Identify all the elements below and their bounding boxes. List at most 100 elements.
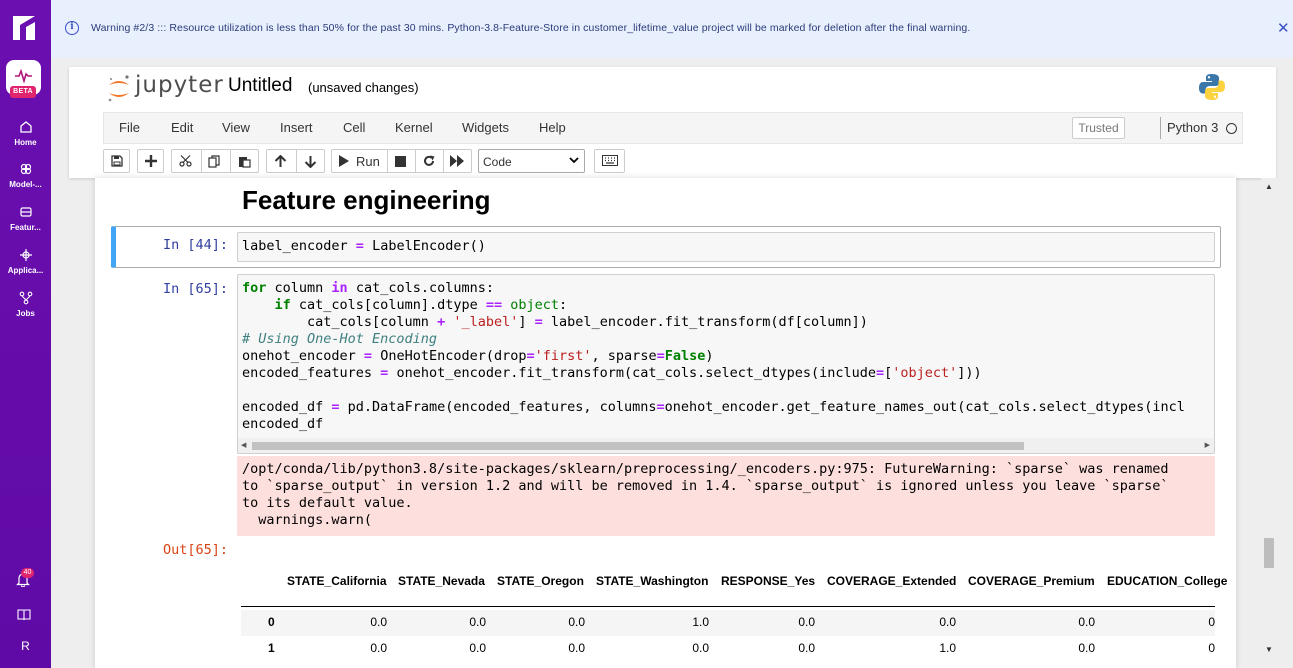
nav-model-registry[interactable]: Model-... [0, 162, 51, 189]
nav-applications[interactable]: Applica... [0, 248, 51, 275]
code-block: for column in cat_cols.columns: if cat_c… [242, 280, 1185, 432]
row-index: 0 [268, 615, 275, 629]
menu-cell[interactable]: Cell [343, 120, 365, 135]
menu-help[interactable]: Help [539, 120, 566, 135]
column-header: STATE_Nevada [398, 574, 485, 588]
save-icon [111, 155, 123, 167]
column-header: COVERAGE_Extended [827, 574, 957, 588]
left-nav-rail: BETA Home Model-... Featur... Applica...… [0, 0, 51, 668]
docs-book-icon[interactable] [17, 609, 31, 621]
jupyter-logo-icon[interactable] [107, 73, 131, 103]
restart-icon[interactable] [423, 155, 435, 167]
column-header: EDUCATION_College [1107, 574, 1228, 588]
close-icon[interactable]: ✕ [1277, 19, 1290, 37]
nav-feature-store[interactable]: Featur... [0, 205, 51, 232]
scrollbar-thumb[interactable] [252, 442, 1024, 450]
table-cell: 0.0 [568, 615, 585, 629]
header-rule [241, 606, 1215, 607]
model-registry-icon [20, 163, 31, 175]
output-prompt: Out[65]: [163, 542, 229, 558]
plus-icon [145, 155, 157, 167]
table-cell: 0.0 [469, 641, 486, 655]
notebook-title[interactable]: Untitled [228, 75, 292, 97]
code-cell-selected[interactable]: In [44]: label_encoder = LabelEncoder() [111, 226, 1221, 268]
nav-home-label: Home [14, 138, 37, 147]
menu-widgets[interactable]: Widgets [462, 120, 509, 135]
table-cell: 1.0 [692, 615, 709, 629]
arrow-up-icon[interactable] [274, 155, 287, 168]
table-cell: 0.0 [939, 615, 956, 629]
stderr-output: /opt/conda/lib/python3.8/site-packages/s… [237, 456, 1215, 536]
scroll-right-icon[interactable]: ▶ [1205, 441, 1210, 449]
python-logo-icon [1199, 74, 1225, 100]
markdown-heading: Feature engineering [242, 185, 491, 215]
kernel-separator [1160, 117, 1161, 139]
home-icon [19, 121, 32, 133]
input-prompt: In [44]: [163, 237, 229, 253]
user-avatar[interactable]: R [0, 639, 51, 653]
column-header: STATE_California [287, 574, 387, 588]
table-cell: 0.0 [798, 615, 815, 629]
command-palette-button[interactable] [594, 149, 625, 173]
nav-feature-store-label: Featur... [10, 223, 41, 232]
scroll-left-icon[interactable]: ◀ [241, 441, 246, 449]
menu-kernel[interactable]: Kernel [395, 120, 433, 135]
scroll-down-icon[interactable]: ▼ [1265, 645, 1273, 654]
warning-message: Warning #2/3 ::: Resource utilization is… [91, 22, 971, 34]
waveform-icon [15, 69, 32, 83]
menu-insert[interactable]: Insert [280, 120, 313, 135]
menu-edit[interactable]: Edit [171, 120, 193, 135]
code-editor[interactable]: label_encoder = LabelEncoder() [237, 232, 1215, 262]
scroll-up-icon[interactable]: ▲ [1265, 182, 1273, 191]
jobs-icon [19, 291, 32, 305]
kernel-name[interactable]: Python 3 [1167, 120, 1218, 135]
table-cell: 0.0 [568, 641, 585, 655]
jupyter-header: jupyter Untitled (unsaved changes) File … [69, 67, 1276, 178]
notebook-toolbar: Run Code [103, 147, 1243, 177]
trusted-indicator[interactable]: Trusted [1072, 117, 1125, 139]
paste-icon[interactable] [238, 155, 251, 168]
insert-cell-button[interactable] [137, 149, 164, 173]
table-cell: 0.0 [370, 615, 387, 629]
play-icon[interactable] [339, 155, 349, 167]
menu-view[interactable]: View [222, 120, 250, 135]
fast-forward-icon[interactable] [450, 155, 464, 167]
nav-jobs-label: Jobs [16, 309, 35, 318]
arrow-down-icon[interactable] [304, 155, 317, 168]
jupyter-wordmark: jupyter [135, 72, 224, 98]
save-button[interactable] [103, 149, 130, 173]
cell-type-value: Code [483, 155, 512, 169]
vertical-scrollbar[interactable]: ▲ ▼ [1261, 178, 1277, 660]
notebook-container: Feature engineering In [44]: label_encod… [95, 178, 1236, 668]
menu-file[interactable]: File [119, 120, 140, 135]
nav-applications-label: Applica... [7, 266, 44, 275]
table-cell: 0.0 [1078, 641, 1095, 655]
copy-icon[interactable] [208, 155, 221, 168]
app-logo-icon[interactable] [13, 16, 35, 40]
stop-icon[interactable] [395, 156, 406, 167]
info-icon: i [65, 21, 79, 35]
cut-icon[interactable] [179, 155, 192, 167]
beta-badge: BETA [10, 86, 36, 98]
table-cell: 0.0 [1078, 615, 1095, 629]
horizontal-scrollbar[interactable]: ◀ ▶ [238, 438, 1214, 453]
move-cell-group [266, 149, 325, 173]
notification-count-badge: 40 [21, 568, 34, 578]
table-cell: 0.0 [469, 615, 486, 629]
table-cell: 0.0 [370, 641, 387, 655]
table-cell: 1.0 [939, 641, 956, 655]
code-editor[interactable]: for column in cat_cols.columns: if cat_c… [237, 274, 1215, 454]
run-control-group: Run [331, 149, 472, 173]
stderr-text: /opt/conda/lib/python3.8/site-packages/s… [242, 461, 1169, 528]
cell-type-select[interactable]: Code [478, 149, 585, 173]
column-header: STATE_Washington [596, 574, 709, 588]
resource-warning-banner: i Warning #2/3 ::: Resource utilization … [51, 0, 1293, 58]
row-index: 1 [268, 641, 275, 655]
table-cell: 0.0 [798, 641, 815, 655]
nav-home[interactable]: Home [0, 120, 51, 147]
feature-store-icon [19, 207, 32, 217]
nav-jobs[interactable]: Jobs [0, 291, 51, 318]
menu-bar: File Edit View Insert Cell Kernel Widget… [103, 112, 1243, 144]
scrollbar-thumb[interactable] [1264, 538, 1274, 568]
run-button-label[interactable]: Run [356, 154, 380, 169]
